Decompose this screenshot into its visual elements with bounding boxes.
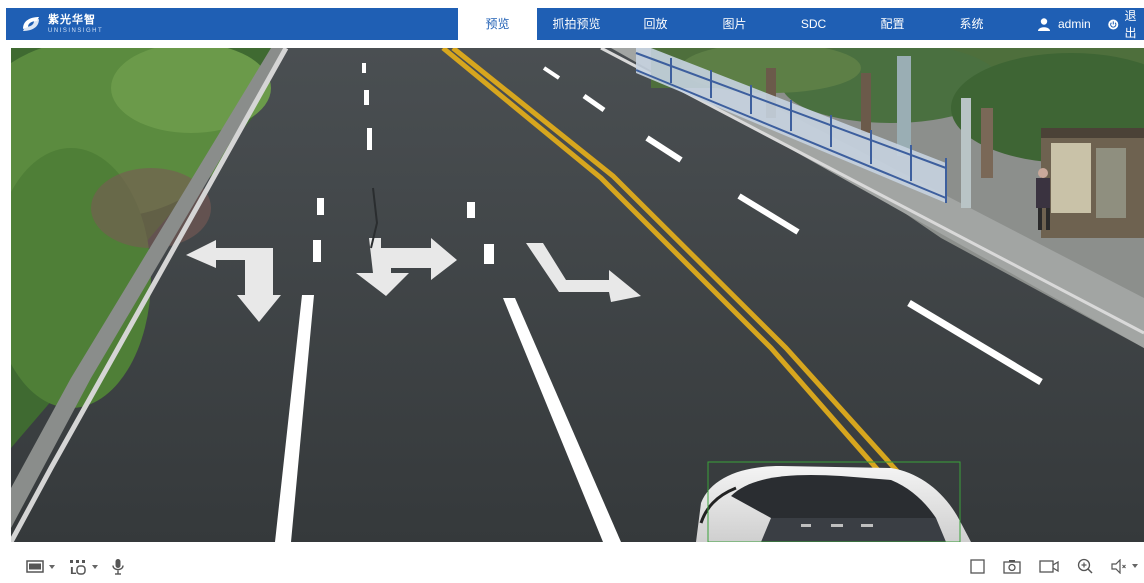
user-menu[interactable]: admin bbox=[1038, 8, 1091, 40]
tab-pictures[interactable]: 图片 bbox=[695, 8, 774, 40]
tab-config[interactable]: 配置 bbox=[853, 8, 932, 40]
layout-select-icon: L bbox=[70, 559, 86, 575]
username: admin bbox=[1058, 17, 1091, 31]
window-icon bbox=[970, 558, 985, 574]
top-navigation-bar: 紫光华智 UNISINSIGHT 预览 抓拍预览 回放 图片 SDC 配置 系统… bbox=[6, 8, 1144, 40]
main-nav: 预览 抓拍预览 回放 图片 SDC 配置 系统 bbox=[458, 8, 1011, 40]
video-toolbar: L bbox=[0, 548, 1144, 583]
logout-label: 退出 bbox=[1124, 9, 1137, 40]
user-icon bbox=[1038, 17, 1050, 31]
record-button[interactable] bbox=[1039, 559, 1059, 574]
power-icon bbox=[1108, 18, 1119, 30]
tab-playback[interactable]: 回放 bbox=[616, 8, 695, 40]
live-video-view[interactable] bbox=[11, 48, 1144, 542]
snapshot-button[interactable] bbox=[1003, 559, 1021, 574]
volume-button[interactable] bbox=[1111, 558, 1138, 574]
tab-sdc[interactable]: SDC bbox=[774, 8, 853, 40]
chevron-down-icon bbox=[49, 564, 55, 569]
tab-system[interactable]: 系统 bbox=[932, 8, 1011, 40]
microphone-icon bbox=[112, 559, 124, 575]
chevron-down-icon bbox=[1132, 564, 1138, 568]
layout-select-button[interactable]: L bbox=[69, 559, 98, 575]
window-button[interactable] bbox=[970, 558, 985, 574]
volume-icon bbox=[1111, 558, 1126, 574]
record-icon bbox=[1039, 559, 1059, 573]
tab-preview[interactable]: 预览 bbox=[458, 8, 537, 40]
brand-name-en: UNISINSIGHT bbox=[48, 27, 104, 34]
brand-logo: 紫光华智 UNISINSIGHT bbox=[20, 12, 103, 36]
logo-icon bbox=[23, 17, 39, 31]
stream-select-icon bbox=[26, 560, 44, 573]
stream-select-button[interactable] bbox=[26, 560, 55, 573]
zoom-in-button[interactable] bbox=[1077, 558, 1093, 574]
chevron-down-icon bbox=[92, 564, 98, 569]
svg-text:L: L bbox=[70, 566, 77, 575]
camera-scene bbox=[11, 48, 1144, 542]
tab-capture-preview[interactable]: 抓拍预览 bbox=[537, 8, 616, 40]
microphone-button[interactable] bbox=[112, 558, 124, 575]
brand-name-cn: 紫光华智 bbox=[48, 13, 96, 26]
zoom-in-icon bbox=[1077, 558, 1093, 574]
logout-button[interactable]: 退出 bbox=[1108, 8, 1144, 40]
snapshot-icon bbox=[1003, 559, 1021, 574]
